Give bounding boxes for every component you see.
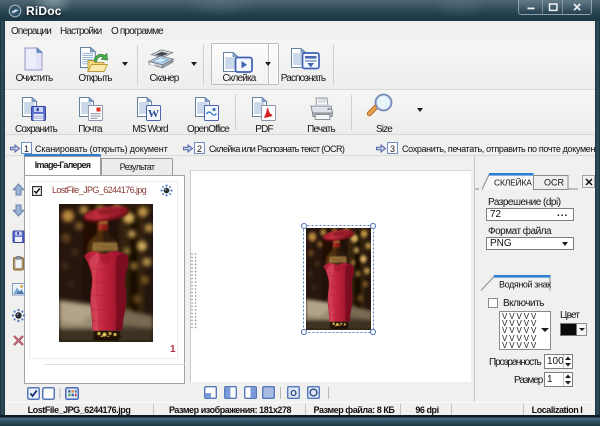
svg-text:Водяной знак: Водяной знак: [499, 280, 551, 290]
svg-text:СКЛЕЙКА: СКЛЕЙКА: [494, 177, 532, 188]
svg-text:O: O: [290, 388, 297, 398]
svg-text:OCR: OCR: [544, 178, 565, 188]
svg-text:W: W: [148, 108, 159, 120]
